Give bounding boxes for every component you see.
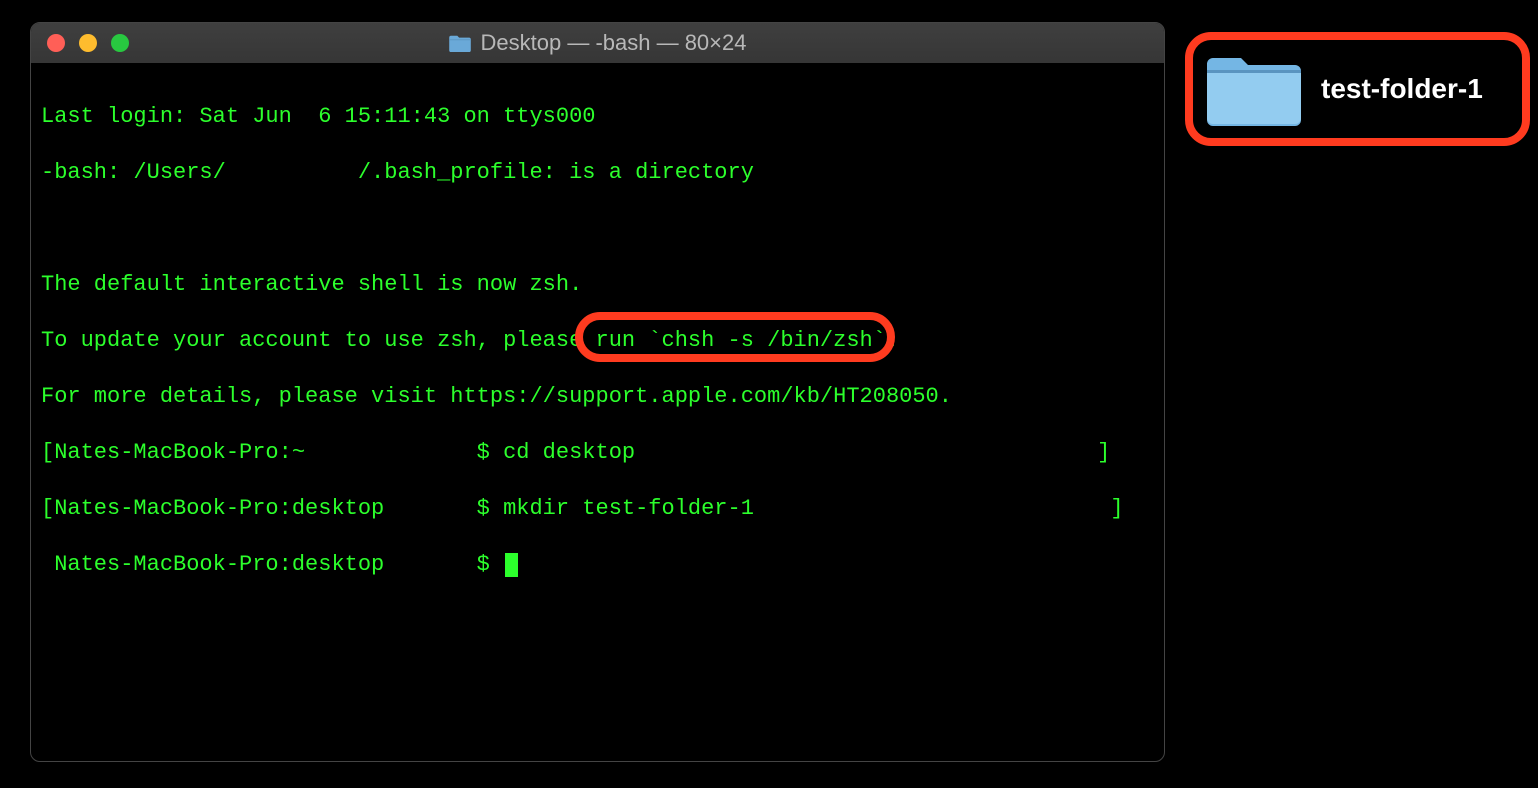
terminal-line: The default interactive shell is now zsh… — [41, 271, 1154, 299]
terminal-prompt: Nates-MacBook-Pro:desktop $ — [41, 552, 503, 577]
terminal-line: Last login: Sat Jun 6 15:11:43 on ttys00… — [41, 103, 1154, 131]
terminal-prompt-line: Nates-MacBook-Pro:desktop $ — [41, 551, 1154, 579]
close-button[interactable] — [47, 34, 65, 52]
desktop-folder-label[interactable]: test-folder-1 — [1321, 73, 1483, 105]
terminal-window[interactable]: Desktop — -bash — 80×24 Last login: Sat … — [30, 22, 1165, 762]
terminal-line: -bash: /Users/ /.bash_profile: is a dire… — [41, 159, 1154, 187]
terminal-line: To update your account to use zsh, pleas… — [41, 327, 1154, 355]
terminal-body[interactable]: Last login: Sat Jun 6 15:11:43 on ttys00… — [31, 63, 1164, 675]
folder-icon[interactable] — [1207, 52, 1301, 126]
terminal-line: [Nates-MacBook-Pro:desktop $ mkdir test-… — [41, 495, 1154, 523]
traffic-lights — [47, 34, 129, 52]
terminal-line — [41, 215, 1154, 243]
minimize-button[interactable] — [79, 34, 97, 52]
annotation-highlight-folder: test-folder-1 — [1185, 32, 1530, 146]
terminal-line: For more details, please visit https://s… — [41, 383, 1154, 411]
folder-icon — [449, 34, 471, 52]
cursor-icon — [505, 553, 518, 577]
terminal-line: [Nates-MacBook-Pro:~ $ cd desktop ] — [41, 439, 1154, 467]
window-title-text: Desktop — -bash — 80×24 — [481, 30, 747, 56]
title-bar[interactable]: Desktop — -bash — 80×24 — [31, 23, 1164, 63]
maximize-button[interactable] — [111, 34, 129, 52]
window-title: Desktop — -bash — 80×24 — [449, 30, 747, 56]
